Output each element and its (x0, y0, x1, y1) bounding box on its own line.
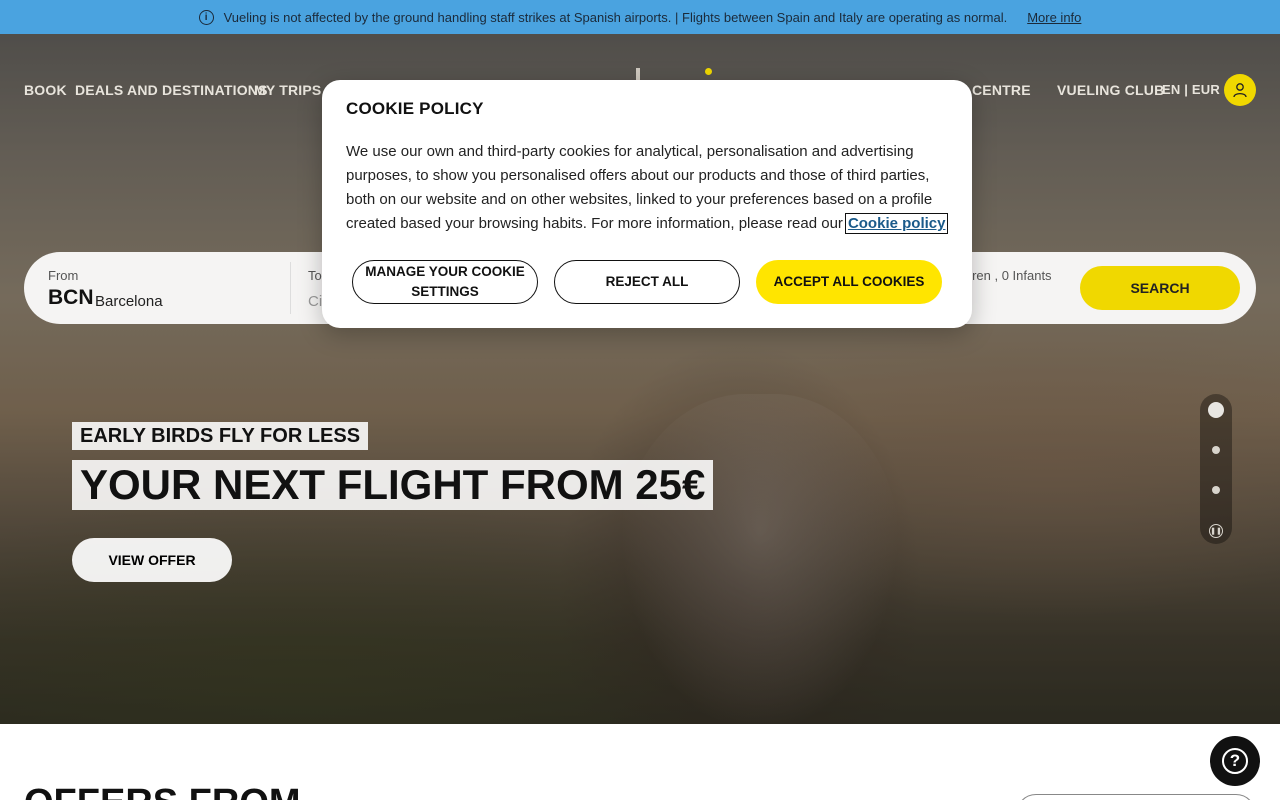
cookie-dialog-title: COOKIE POLICY (346, 99, 484, 118)
accept-all-cookies-button[interactable]: ACCEPT ALL COOKIES (756, 260, 942, 304)
user-account-button[interactable] (1224, 74, 1256, 106)
promo-eyebrow: EARLY BIRDS FLY FOR LESS (72, 422, 369, 450)
nav-my-trips[interactable]: MY TRIPS (254, 82, 321, 98)
manage-cookie-settings-button[interactable]: MANAGE YOUR COOKIE SETTINGS (352, 260, 538, 304)
vueling-logo-dot (705, 68, 712, 75)
nav-book[interactable]: BOOK (24, 82, 67, 98)
announcement-text: Vueling is not affected by the ground ha… (223, 9, 1008, 25)
from-label: From (48, 268, 79, 283)
nav-deals[interactable]: DEALS AND DESTINATIONS (75, 82, 268, 98)
carousel-dot-3[interactable] (1212, 486, 1220, 494)
divider (290, 262, 291, 314)
user-icon (1233, 83, 1247, 98)
to-label: To (308, 268, 322, 283)
cookie-body-text: We use our own and third-party cookies f… (346, 143, 933, 232)
more-info-link[interactable]: More info (1027, 10, 1081, 25)
offers-section-title: OFFERS FROM (24, 782, 301, 800)
help-button[interactable]: ? (1210, 736, 1260, 786)
cookie-dialog-body: We use our own and third-party cookies f… (346, 140, 950, 236)
cookie-policy-dialog: COOKIE POLICY We use our own and third-p… (322, 80, 972, 328)
view-offer-button[interactable]: VIEW OFFER (72, 538, 232, 582)
carousel-dot-2[interactable] (1212, 446, 1220, 454)
search-button[interactable]: SEARCH (1080, 266, 1240, 310)
nav-vueling-club[interactable]: VUELING CLUB (1057, 82, 1164, 98)
from-airport-code[interactable]: BCN (48, 286, 94, 310)
promo-headline: YOUR NEXT FLIGHT FROM 25€ (72, 460, 714, 510)
origin-selector[interactable] (1016, 794, 1256, 800)
reject-all-button[interactable]: REJECT ALL (554, 260, 740, 304)
carousel-dot-1[interactable] (1208, 402, 1224, 418)
carousel-controls: ❚❚ (1200, 394, 1232, 544)
language-currency-selector[interactable]: EN | EUR (1162, 82, 1220, 97)
question-icon: ? (1222, 748, 1248, 774)
pause-icon[interactable]: ❚❚ (1209, 524, 1223, 538)
from-city[interactable]: Barcelona (95, 293, 163, 310)
cookie-policy-link[interactable]: Cookie policy (844, 213, 949, 234)
announcement-bar: i Vueling is not affected by the ground … (0, 0, 1280, 34)
info-icon: i (198, 9, 214, 25)
